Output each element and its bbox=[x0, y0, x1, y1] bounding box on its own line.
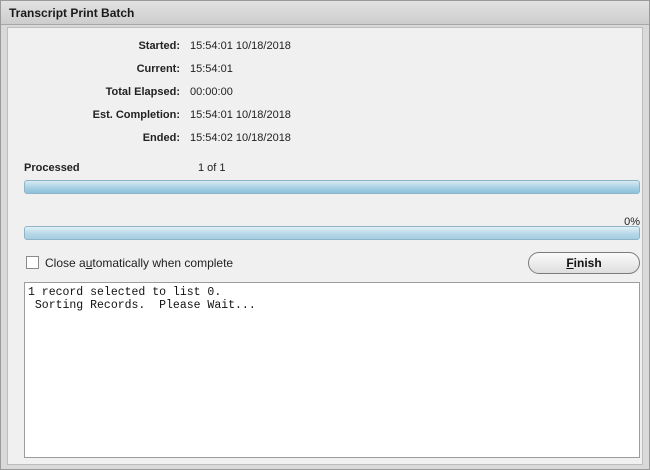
est-completion-value: 15:54:01 10/18/2018 bbox=[190, 109, 291, 121]
started-label: Started: bbox=[138, 40, 180, 52]
current-label: Current: bbox=[136, 63, 180, 75]
processed-count: 1 of 1 bbox=[198, 162, 226, 174]
log-line: 1 record selected to list 0. bbox=[28, 286, 222, 299]
window-title: Transcript Print Batch bbox=[9, 6, 135, 20]
close-automatically-checkbox[interactable] bbox=[26, 256, 39, 269]
close-automatically-label[interactable]: Close automatically when complete bbox=[45, 256, 233, 270]
title-bar[interactable]: Transcript Print Batch bbox=[1, 1, 649, 25]
batch-window: Transcript Print Batch Started: 15:54:01… bbox=[0, 0, 650, 470]
total-elapsed-value: 00:00:00 bbox=[190, 86, 233, 98]
started-row: Started: 15:54:01 10/18/2018 bbox=[8, 40, 408, 56]
ended-label: Ended: bbox=[142, 132, 180, 144]
overall-progress-bar bbox=[24, 226, 640, 240]
total-elapsed-label: Total Elapsed: bbox=[105, 86, 180, 98]
total-elapsed-row: Total Elapsed: 00:00:00 bbox=[8, 86, 408, 102]
est-completion-row: Est. Completion: 15:54:01 10/18/2018 bbox=[8, 109, 408, 125]
ended-row: Ended: 15:54:02 10/18/2018 bbox=[8, 132, 408, 148]
content-panel: Started: 15:54:01 10/18/2018 Current: 15… bbox=[7, 27, 643, 465]
overall-progress-track bbox=[25, 227, 639, 239]
current-value: 15:54:01 bbox=[190, 63, 233, 75]
processed-progress-fill bbox=[25, 181, 639, 193]
current-row: Current: 15:54:01 bbox=[8, 63, 408, 79]
ended-value: 15:54:02 10/18/2018 bbox=[190, 132, 291, 144]
finish-button[interactable]: Finish bbox=[528, 252, 640, 274]
log-output[interactable]: 1 record selected to list 0. Sorting Rec… bbox=[24, 282, 640, 458]
est-completion-label: Est. Completion: bbox=[92, 109, 180, 121]
log-line: Sorting Records. Please Wait... bbox=[28, 299, 256, 312]
processed-label: Processed bbox=[24, 162, 80, 174]
processed-progress-bar bbox=[24, 180, 640, 194]
started-value: 15:54:01 10/18/2018 bbox=[190, 40, 291, 52]
